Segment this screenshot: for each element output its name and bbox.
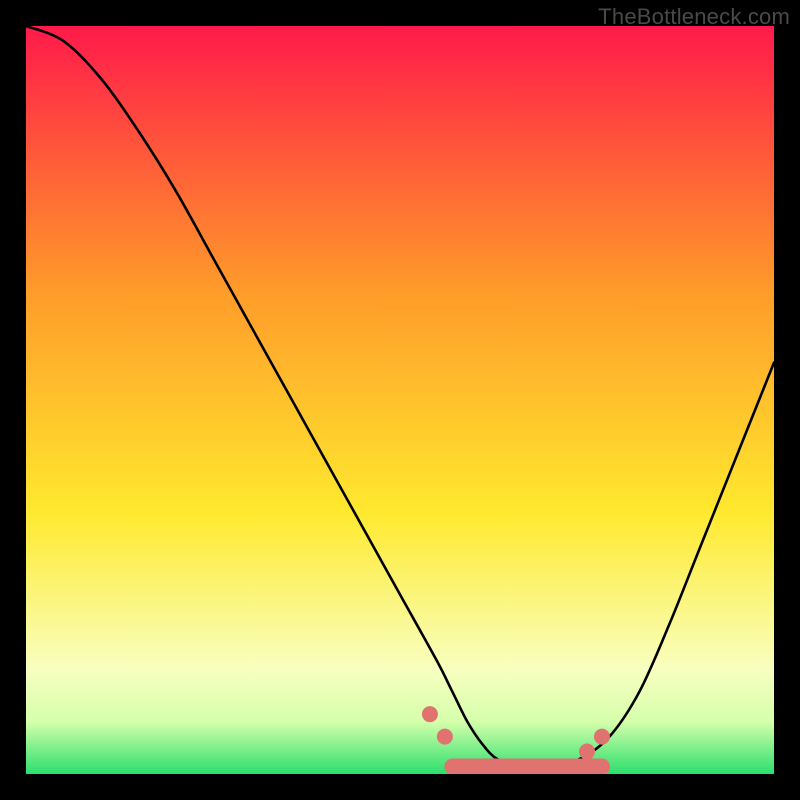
highlight-dot: [594, 729, 610, 745]
chart-svg: [26, 26, 774, 774]
highlight-dot: [437, 729, 453, 745]
gradient-background: [26, 26, 774, 774]
plot-area: [26, 26, 774, 774]
highlight-dot: [579, 744, 595, 760]
highlight-dot: [422, 706, 438, 722]
watermark-text: TheBottleneck.com: [598, 4, 790, 30]
chart-frame: TheBottleneck.com: [0, 0, 800, 800]
